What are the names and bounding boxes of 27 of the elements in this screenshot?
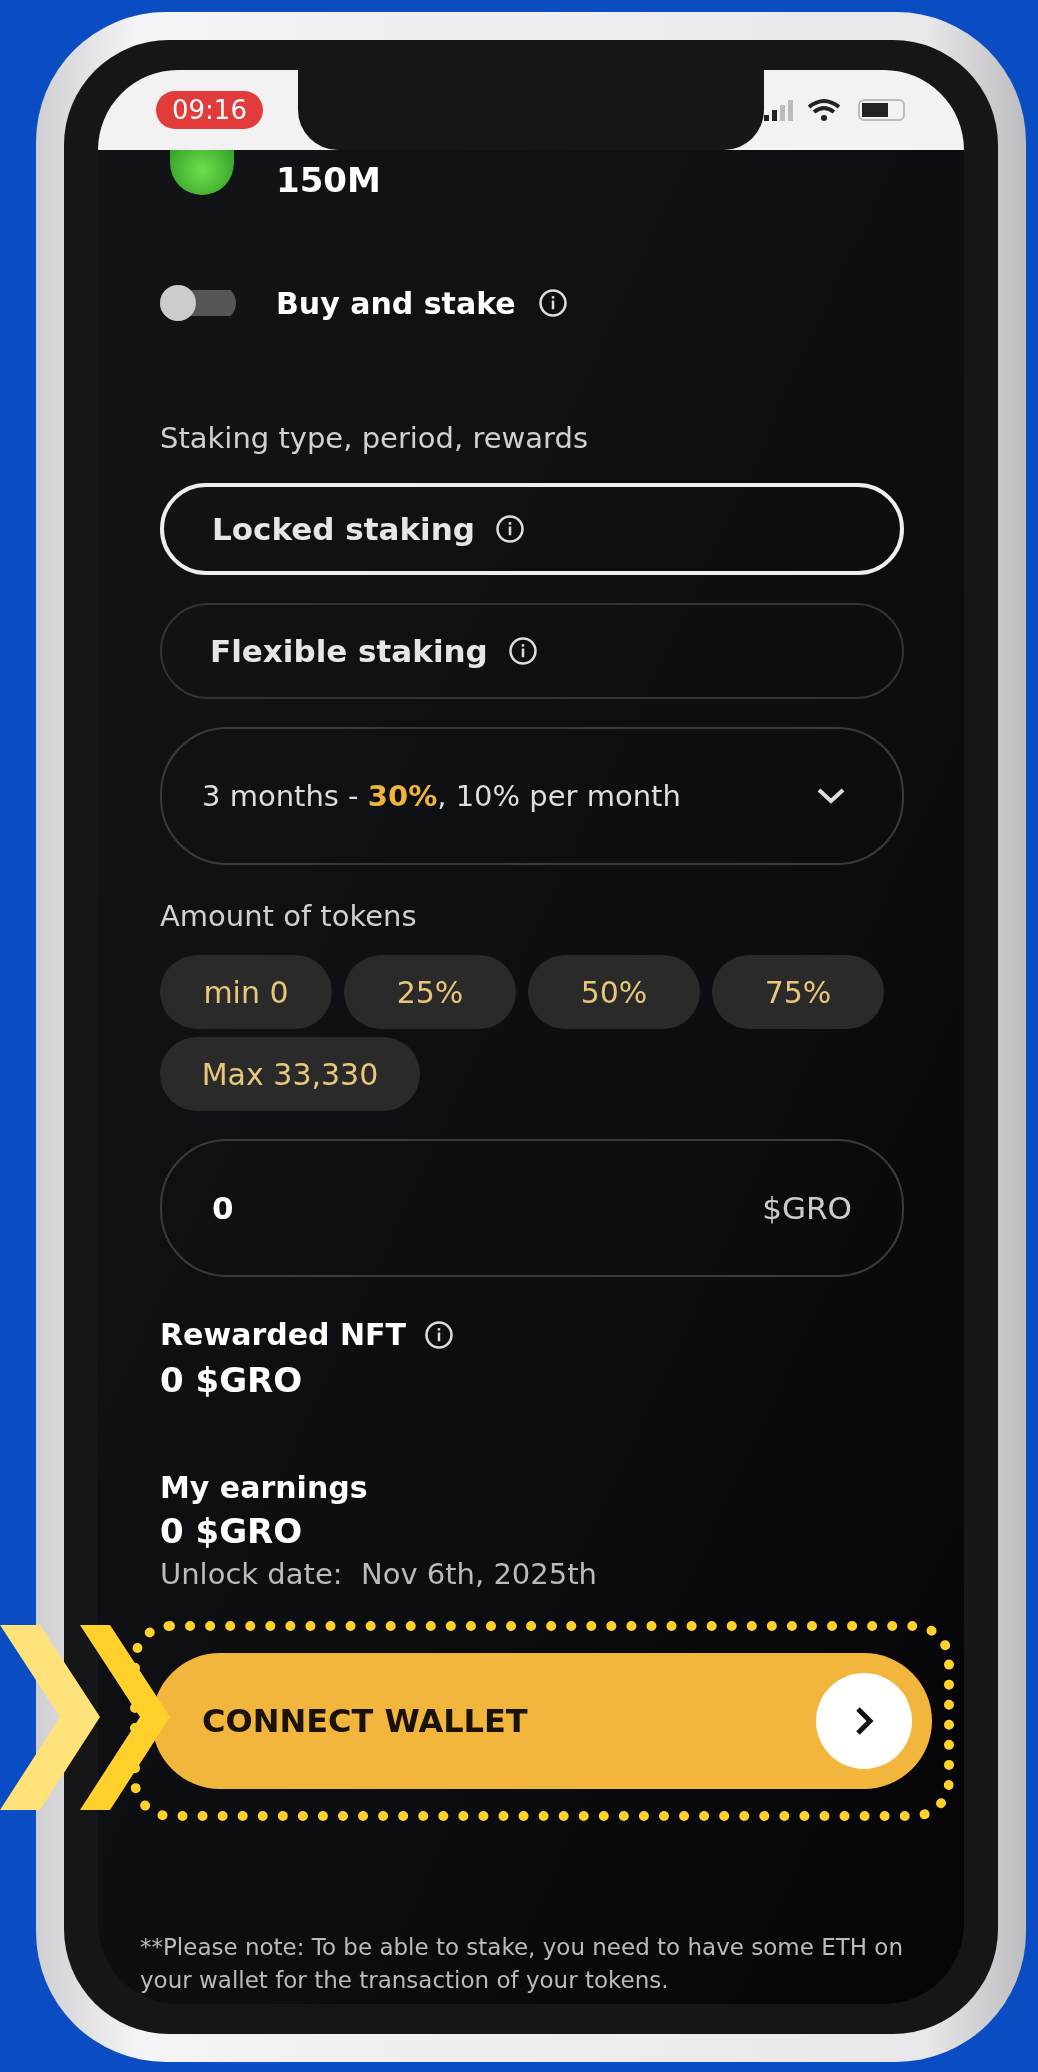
status-time: 09:16 bbox=[156, 91, 263, 129]
info-icon[interactable] bbox=[507, 636, 538, 666]
chevron-down-icon bbox=[816, 786, 846, 806]
period-dropdown[interactable]: 3 months - 30%, 10% per month bbox=[160, 727, 904, 865]
staking-option[interactable]: Flexible staking bbox=[160, 603, 904, 699]
amount-chip[interactable]: 75% bbox=[712, 955, 884, 1029]
staking-note: **Please note: To be able to stake, you need to have some ETH on your wallet for the transaction of your tokens. bbox=[140, 1933, 904, 1996]
rewarded-nft-label: Rewarded NFT bbox=[160, 1317, 406, 1352]
staking-label: Staking type, period, rewards bbox=[160, 421, 589, 455]
info-icon[interactable] bbox=[424, 1319, 454, 1350]
arrow-right-icon bbox=[814, 1671, 914, 1771]
rewarded-nft-value: 0 $GRO bbox=[160, 1360, 304, 1400]
info-icon[interactable] bbox=[537, 288, 568, 318]
info-icon[interactable] bbox=[494, 514, 525, 544]
token-amount: 150M bbox=[276, 160, 381, 200]
amount-chip[interactable]: 25% bbox=[344, 955, 516, 1029]
earnings-label: My earnings bbox=[160, 1470, 369, 1505]
amount-label: Amount of tokens bbox=[160, 899, 418, 933]
amount-chip[interactable]: 50% bbox=[528, 955, 700, 1029]
buy-and-stake-label: Buy and stake bbox=[276, 285, 516, 321]
earnings-value: 0 $GRO bbox=[160, 1511, 304, 1551]
staking-option[interactable]: Locked staking bbox=[160, 483, 904, 575]
amount-chip[interactable]: Max 33,330 bbox=[160, 1037, 420, 1111]
amount-input[interactable]: 0 $GRO bbox=[160, 1139, 904, 1277]
connect-wallet-button[interactable]: CONNECT WALLET bbox=[152, 1653, 932, 1789]
unlock-date: Unlock date: Nov 6th, 2025th bbox=[160, 1557, 598, 1591]
amount-chip[interactable]: min 0 bbox=[160, 955, 332, 1029]
